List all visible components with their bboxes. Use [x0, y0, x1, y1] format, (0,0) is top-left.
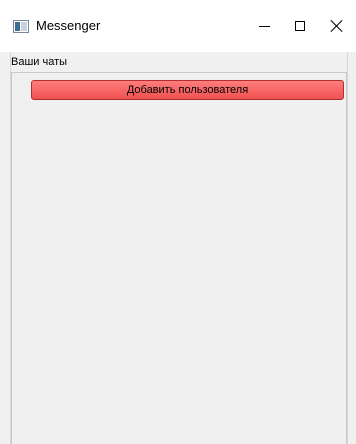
window-title: Messenger	[36, 18, 101, 33]
chats-group-label: Ваши чаты	[11, 56, 68, 68]
app-icon	[13, 20, 29, 33]
minimize-button[interactable]	[247, 10, 281, 42]
minimize-icon	[258, 25, 270, 27]
title-bar[interactable]: Messenger	[0, 0, 356, 52]
maximize-icon	[295, 21, 305, 31]
client-area: Ваши чаты Добавить пользователя	[10, 52, 348, 444]
chats-group-box	[11, 72, 347, 444]
add-user-button[interactable]: Добавить пользователя	[31, 80, 344, 100]
close-button[interactable]	[320, 10, 354, 42]
maximize-button[interactable]	[283, 10, 317, 42]
messenger-window: Messenger Ваши чаты Добавить пользовател…	[0, 0, 356, 444]
close-icon	[331, 20, 343, 32]
